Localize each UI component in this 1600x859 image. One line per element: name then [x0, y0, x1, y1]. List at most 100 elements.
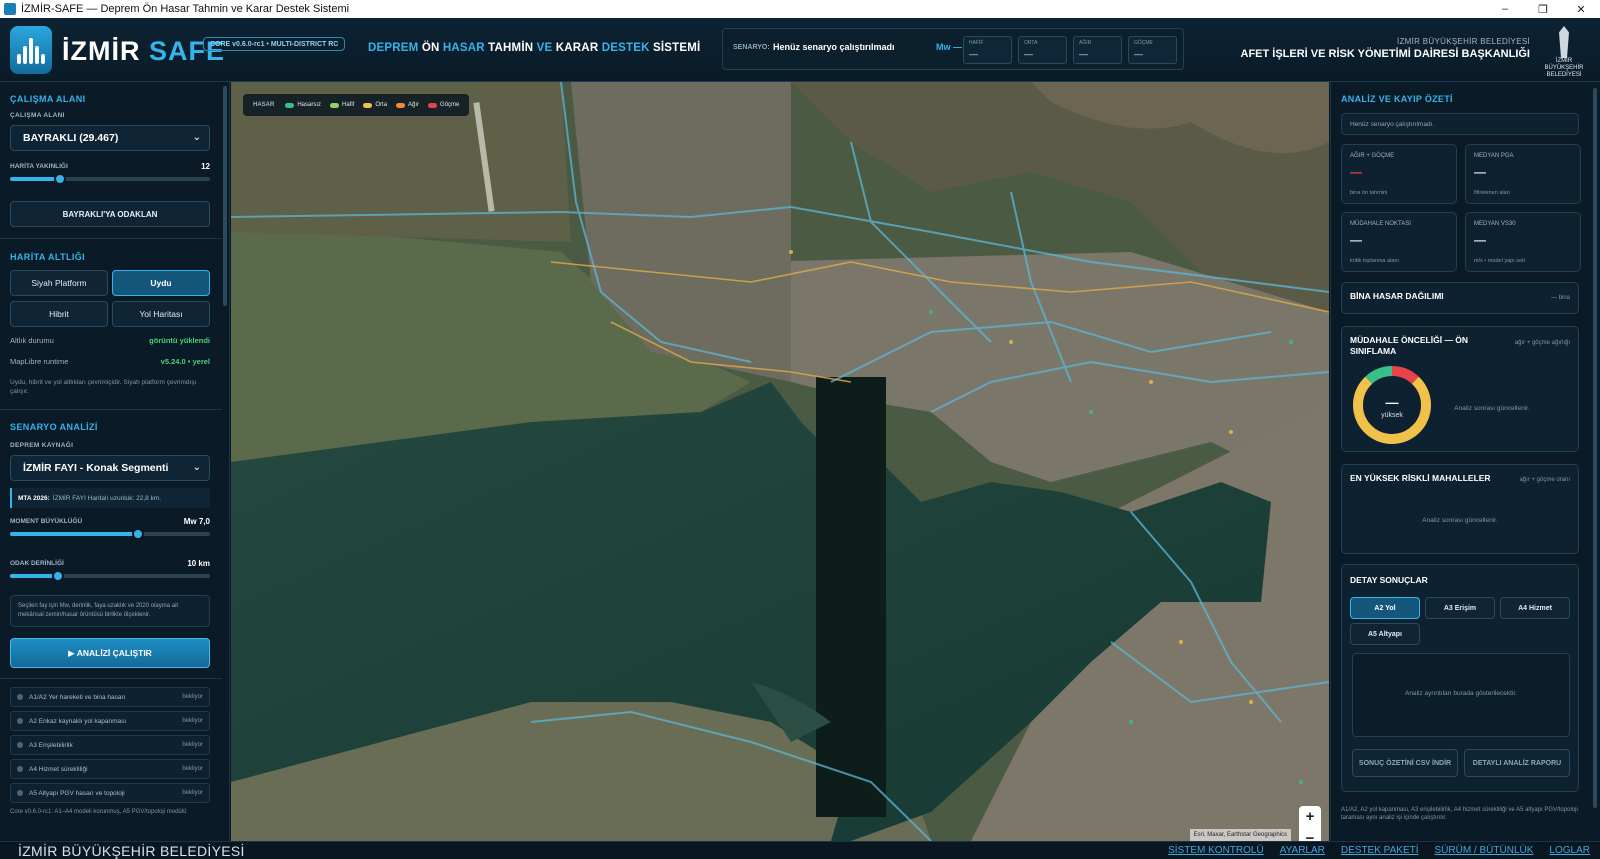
scenario-value: Henüz senaryo çalıştırılmadı: [773, 42, 895, 52]
zoom-value: 12: [201, 162, 210, 171]
detail-content: Analiz ayrıntıları burada gösterilecekti…: [1352, 653, 1570, 737]
divider: [0, 238, 222, 239]
stat-chip-agir: AĞIR —: [1073, 36, 1122, 64]
map-attribution[interactable]: Esri, Maxar, Earthstar Geographics: [1189, 829, 1291, 841]
basemap-dark-button[interactable]: Siyah Platform: [10, 270, 108, 296]
zoom-out-button[interactable]: −: [1306, 828, 1315, 841]
basemap-status: Altlık durumu görüntü yüklendi: [10, 336, 210, 345]
app-logo-icon: [10, 26, 52, 74]
summary-title: ANALİZ VE KAYIP ÖZETİ: [1341, 94, 1453, 104]
tab-a3-access[interactable]: A3 Erişim: [1425, 597, 1495, 619]
satellite-map[interactable]: [231, 82, 1329, 841]
app-header: İZMİR SAFE CORE v0.6.0-rc1 • MULTI-DISTR…: [0, 18, 1600, 82]
summary-status: Henüz senaryo çalıştırılmadı.: [1341, 113, 1579, 135]
analysis-note: A1/A2, A2 yol kapanması, A3 erişilebilir…: [1341, 807, 1578, 821]
scenario-description: Seçilen fay için Mw, derinlik, faya uzak…: [10, 595, 210, 627]
donut-segment-2: [1365, 366, 1393, 385]
divider: [0, 409, 222, 410]
chevron-down-icon: ⌄: [192, 132, 201, 143]
tab-a4-service[interactable]: A4 Hizmet: [1500, 597, 1570, 619]
window-titlebar: İZMİR-SAFE — Deprem Ön Hasar Tahmin ve K…: [0, 0, 1600, 18]
earthquake-source-select[interactable]: İZMİR FAYI - Konak Segmenti ⌄: [10, 455, 210, 481]
metric-intervention-points: MÜDAHALE NOKTASI — kritik toplanma alanı: [1341, 212, 1457, 272]
system-check-link[interactable]: SİSTEM KONTROLÜ: [1168, 845, 1264, 856]
right-scrollbar[interactable]: [1593, 88, 1597, 808]
left-sidebar: ÇALIŞMA ALANI ÇALIŞMA ALANI BAYRAKLI (29…: [0, 82, 230, 841]
version-badge: CORE v0.6.0-rc1 • MULTI-DISTRICT RC: [203, 37, 346, 51]
organization-name: İZMİR BÜYÜKŞEHİR BELEDİYESİ AFET İŞLERİ …: [1240, 37, 1531, 60]
tab-a2-road[interactable]: A2 Yol: [1350, 597, 1420, 619]
slider-handle[interactable]: [54, 173, 66, 185]
source-label: DEPREM KAYNAĞI: [10, 442, 74, 449]
legend-item: Göçme: [428, 102, 459, 108]
stat-chip-gocme: GÖÇME —: [1128, 36, 1177, 64]
stat-chip-hafif: HAFİF —: [963, 36, 1012, 64]
basemap-note: Uydu, hibrit ve yol altlıkları çevrimiçi…: [10, 379, 197, 395]
basemap-road-button[interactable]: Yol Haritası: [112, 301, 210, 327]
step-a4: A4 Hizmet sürekliliği bekliyor: [10, 759, 210, 779]
scenario-analysis-title: SENARYO ANALİZİ: [10, 422, 98, 432]
legend-item: Hafif: [330, 102, 354, 108]
depth-value: 10 km: [187, 559, 210, 568]
runtime-status: MapLibre runtime v5.24.0 • yerel: [10, 357, 210, 366]
detail-results-card: DETAY SONUÇLAR A2 Yol A3 Erişim A4 Hizme…: [1341, 564, 1579, 792]
priority-card: MÜDAHALE ÖNCELİĞİ — ÖN SINIFLAMA ağır + …: [1341, 326, 1579, 452]
minimize-icon[interactable]: –: [1486, 0, 1524, 18]
right-panel: ANALİZ VE KAYIP ÖZETİ Henüz senaryo çalı…: [1330, 82, 1600, 841]
metric-heavy-collapse: AĞIR + GÖÇME — bina ön tahmini: [1341, 144, 1457, 204]
donut-segment-0: [1391, 366, 1419, 385]
close-icon[interactable]: ✕: [1562, 0, 1600, 18]
version-integrity-link[interactable]: SÜRÜM / BÜTÜNLÜK: [1435, 845, 1534, 856]
legend-item: Ağır: [396, 102, 419, 108]
status-bar: İZMİR BÜYÜKŞEHİR BELEDİYESİ SİSTEM KONTR…: [0, 841, 1600, 859]
work-area-select[interactable]: BAYRAKLI (29.467) ⌄: [10, 125, 210, 151]
support-package-link[interactable]: DESTEK PAKETİ: [1341, 845, 1419, 856]
zoom-in-button[interactable]: +: [1306, 806, 1315, 828]
legend-item: Orta: [363, 102, 387, 108]
step-a1a2: A1/A2 Yer hareketi ve bina hasarı bekliyo…: [10, 687, 210, 707]
damage-distribution-card: BİNA HASAR DAĞILIMI — bina: [1341, 282, 1579, 314]
step-a2: A2 Enkaz kaynaklı yol kapanması bekliyor: [10, 711, 210, 731]
maximize-icon[interactable]: ❐: [1524, 0, 1562, 18]
basemap-hybrid-button[interactable]: Hibrit: [10, 301, 108, 327]
map-canvas[interactable]: HASAR Hasarsız Hafif Orta Ağır Göçme + −…: [231, 82, 1329, 841]
focus-bayrakli-button[interactable]: BAYRAKLI'YA ODAKLAN: [10, 201, 210, 227]
left-scrollbar[interactable]: [223, 86, 227, 306]
scenario-label: SENARYO:: [733, 44, 770, 51]
magnitude-value: Mw 7,0: [183, 517, 210, 526]
logs-link[interactable]: LOGLAR: [1549, 845, 1590, 856]
slider-handle[interactable]: [132, 528, 144, 540]
legend-item: Hasarsız: [285, 102, 321, 108]
metric-median-vs30: MEDYAN VS30— m/s • model yapı seti: [1465, 212, 1581, 272]
app-icon: [4, 3, 16, 15]
damage-legend: HASAR Hasarsız Hafif Orta Ağır Göçme: [243, 94, 470, 116]
slider-handle[interactable]: [52, 570, 64, 582]
step-a3: A3 Erişilebilirlik bekliyor: [10, 735, 210, 755]
divider: [0, 678, 222, 679]
scenario-status-panel: SENARYO: Henüz senaryo çalıştırılmadı Mw…: [722, 28, 1184, 70]
system-title: DEPREM ÖN HASAR TAHMİN VE KARAR DESTEK S…: [368, 42, 701, 54]
download-csv-button[interactable]: SONUÇ ÖZETİNİ CSV İNDİR: [1352, 749, 1458, 777]
tab-a5-infrastructure[interactable]: A5 Altyapı: [1350, 623, 1420, 645]
metric-median-pga: MEDYAN PGA — filtrelenen alan: [1465, 144, 1581, 204]
fault-info: MTA 2026: İZMİR FAYI Haritalı uzunluk: 22…: [10, 488, 210, 508]
basemap-satellite-button[interactable]: Uydu: [112, 270, 210, 296]
brand-name: İZMİR SAFE: [62, 36, 226, 66]
basemap-title: HARİTA ALTLIĞI: [10, 252, 86, 262]
detailed-report-button[interactable]: DETAYLI ANALİZ RAPORU: [1464, 749, 1570, 777]
run-analysis-button[interactable]: ▶ ANALİZİ ÇALIŞTIR: [10, 638, 210, 668]
window-title: İZMİR-SAFE — Deprem Ön Hasar Tahmin ve K…: [21, 3, 350, 15]
settings-link[interactable]: AYARLAR: [1280, 845, 1325, 856]
footer-organization: İZMİR BÜYÜKŞEHİR BELEDİYESİ: [18, 843, 245, 859]
chevron-down-icon: ⌄: [192, 462, 201, 473]
core-note: Core v0.6.0-rc1: A1–A4 modeli korunmuş, …: [10, 809, 187, 815]
risky-neighborhoods-card: EN YÜKSEK RİSKLİ MAHALLELER ağır + göçme…: [1341, 464, 1579, 554]
priority-note: Analiz sonrası güncellenir.: [1454, 405, 1530, 412]
map-zoom-control: + −: [1299, 806, 1321, 841]
work-area-title: ÇALIŞMA ALANI: [10, 94, 86, 104]
stat-chip-orta: ORTA —: [1018, 36, 1067, 64]
work-area-label: ÇALIŞMA ALANI: [10, 112, 65, 119]
magnitude-readout: Mw —: [936, 42, 962, 52]
donut-label: yüksek: [1381, 412, 1403, 419]
municipality-emblem-icon: İZMİR BÜYÜKŞEHİR BELEDİYESİ: [1540, 26, 1588, 78]
